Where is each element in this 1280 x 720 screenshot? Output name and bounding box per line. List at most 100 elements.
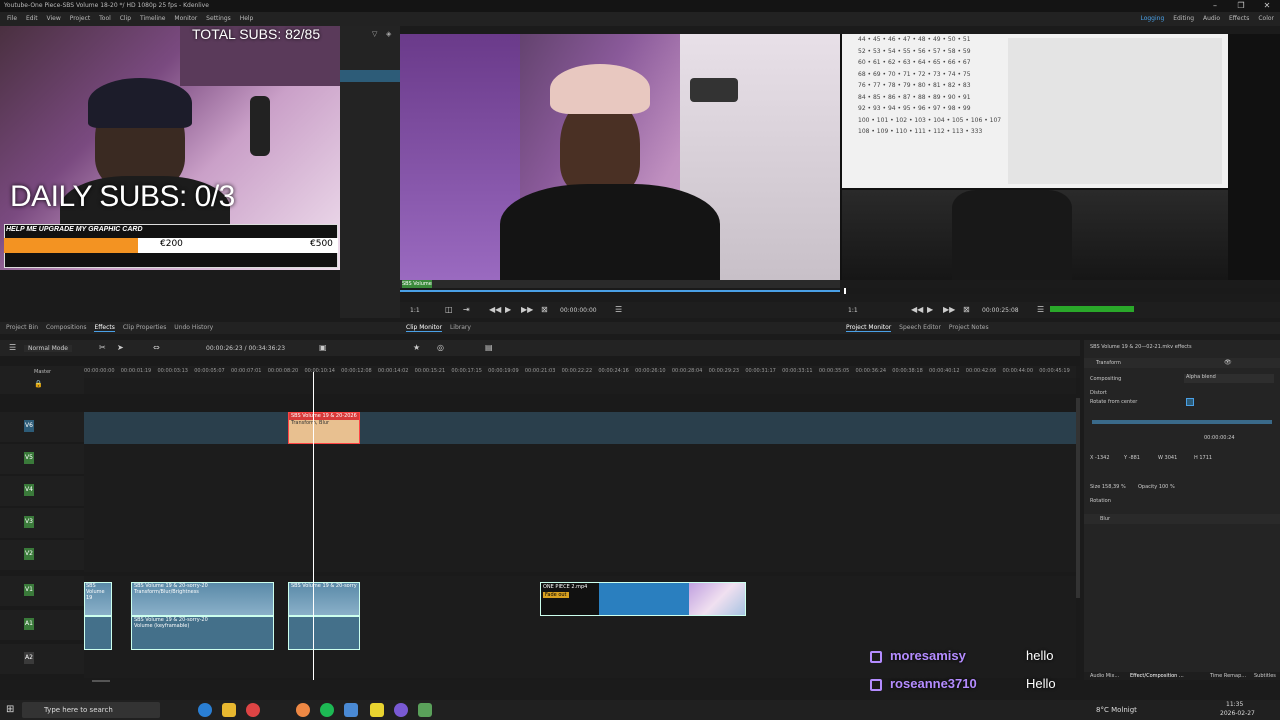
tab-library[interactable]: Library xyxy=(450,324,471,331)
workspace-color[interactable]: Color xyxy=(1258,15,1274,22)
workspace-editing[interactable]: Editing xyxy=(1173,15,1194,22)
track-label-v6[interactable]: V6 xyxy=(24,420,34,432)
track-head-a1[interactable]: A1 xyxy=(0,610,84,640)
edge-icon[interactable] xyxy=(198,703,212,717)
tab-audio-mixer[interactable]: Audio Mix... xyxy=(1090,673,1119,679)
tab-effects[interactable]: Effects xyxy=(94,324,115,332)
tab-undo-history[interactable]: Undo History xyxy=(174,324,213,331)
audio-clip[interactable] xyxy=(84,616,112,650)
effect-header[interactable]: Blur xyxy=(1084,514,1280,524)
track-head-v1[interactable]: V1 xyxy=(0,576,84,606)
timeline-clip[interactable]: SBS Volume 19 & 20-sorry xyxy=(288,582,360,616)
menu-monitor[interactable]: Monitor xyxy=(174,15,197,22)
taskbar-search[interactable]: Type here to search xyxy=(22,702,160,718)
audio-clip[interactable] xyxy=(288,616,360,650)
timeline-clip[interactable]: SBS Volume 19 xyxy=(84,582,112,616)
size-value[interactable]: Size 158,39 % xyxy=(1090,484,1126,490)
w-value[interactable]: W 3041 xyxy=(1158,455,1177,461)
tab-clip-properties[interactable]: Clip Properties xyxy=(123,324,167,331)
track-label-a1[interactable]: A1 xyxy=(24,618,34,630)
spacer-icon[interactable]: ⇔ xyxy=(153,340,160,356)
play-icon[interactable]: ▶ xyxy=(505,302,511,318)
track-label-a2[interactable]: A2 xyxy=(24,652,34,664)
menu-timeline[interactable]: Timeline xyxy=(140,15,166,22)
track-label-v5[interactable]: V5 xyxy=(24,452,34,464)
tab-subtitles[interactable]: Subtitles xyxy=(1254,673,1276,679)
track-head-v4[interactable]: V4 xyxy=(0,476,84,506)
track-head-v7[interactable]: 🔒 xyxy=(0,378,84,394)
clock-date[interactable]: 2026-02-27 xyxy=(1220,704,1255,720)
zone-out-icon[interactable]: ⇥ xyxy=(463,302,470,318)
razor-icon[interactable]: ✂ xyxy=(99,340,106,356)
track-head-v5[interactable]: V5 xyxy=(0,444,84,474)
rewind-icon[interactable]: ◀◀ xyxy=(911,302,923,318)
loop-icon[interactable]: ⊠ xyxy=(541,302,548,318)
tab-project-bin[interactable]: Project Bin xyxy=(6,324,38,331)
track-v6[interactable] xyxy=(84,412,1076,444)
kdenlive-icon[interactable] xyxy=(344,703,358,717)
track-v2[interactable] xyxy=(84,540,1076,572)
maximize-button[interactable]: ❐ xyxy=(1228,0,1254,12)
loop-icon[interactable]: ⊠ xyxy=(963,302,970,318)
minimize-button[interactable]: – xyxy=(1202,0,1228,12)
project-timecode[interactable]: 00:00:25:08 xyxy=(982,307,1019,314)
menu-icon[interactable]: ☰ xyxy=(615,302,622,318)
tab-project-monitor[interactable]: Project Monitor xyxy=(846,324,892,332)
file-explorer-icon[interactable] xyxy=(222,703,236,717)
tab-compositions[interactable]: Compositions xyxy=(46,324,87,331)
fit-icon[interactable]: ▣ xyxy=(319,340,327,356)
rewind-icon[interactable]: ◀◀ xyxy=(489,302,501,318)
project-monitor-ruler[interactable] xyxy=(840,288,1280,294)
tab-project-notes[interactable]: Project Notes xyxy=(949,324,989,331)
obs-icon[interactable] xyxy=(246,703,260,717)
timeline-position[interactable]: 00:00:26:23 / 00:34:36:23 xyxy=(206,345,285,352)
track-label-v4[interactable]: V4 xyxy=(24,484,34,496)
track-v7[interactable] xyxy=(84,378,1076,394)
workspace-effects[interactable]: Effects xyxy=(1229,15,1249,22)
selected-effect-row[interactable] xyxy=(340,70,400,82)
vertical-scrollbar[interactable] xyxy=(1076,398,1080,598)
zoom-icon[interactable]: ▤ xyxy=(485,340,493,356)
effect-header[interactable]: Transform 👁 xyxy=(1084,358,1280,368)
effect-timecode[interactable]: 00:00:00:24 xyxy=(1204,435,1235,441)
clip-monitor-zone[interactable] xyxy=(400,288,840,294)
audio-clip[interactable]: SBS Volume 19 & 20-sorry-20 Volume (keyf… xyxy=(131,616,274,650)
tab-clip-monitor[interactable]: Clip Monitor xyxy=(406,324,443,332)
track-head-v6[interactable]: V6 xyxy=(0,412,84,442)
rotate-center-checkbox[interactable] xyxy=(1186,398,1194,406)
edit-mode-select[interactable]: Normal Mode xyxy=(24,345,72,352)
menu-project[interactable]: Project xyxy=(70,15,91,22)
discord-icon[interactable] xyxy=(394,703,408,717)
menu-tool[interactable]: Tool xyxy=(99,15,111,22)
menu-settings[interactable]: Settings xyxy=(206,15,231,22)
h-value[interactable]: H 1711 xyxy=(1194,455,1212,461)
track-v4[interactable] xyxy=(84,476,1076,508)
clip-monitor-view[interactable] xyxy=(400,34,840,280)
filter-icon[interactable]: ▽ xyxy=(372,30,377,38)
track-label-v3[interactable]: V3 xyxy=(24,516,34,528)
marker-star-icon[interactable]: ★ xyxy=(413,340,420,356)
compositing-select[interactable]: Alpha blend xyxy=(1184,374,1274,383)
menu-icon[interactable]: ☰ xyxy=(1037,302,1044,318)
opacity-value[interactable]: Opacity 100 % xyxy=(1138,484,1175,490)
track-label-v2[interactable]: V2 xyxy=(24,548,34,560)
timeline-tracks[interactable]: 🔒 V6 V5 V4 V3 V2 V1 A1 A2 SBS Volume 19 … xyxy=(0,378,1080,682)
clip-timecode[interactable]: 00:00:00:00 xyxy=(560,307,597,314)
select-tool-icon[interactable]: ➤ xyxy=(117,340,124,356)
rotation-label[interactable]: Rotation xyxy=(1090,498,1111,504)
menu-edit[interactable]: Edit xyxy=(26,15,38,22)
workspace-audio[interactable]: Audio xyxy=(1203,15,1220,22)
track-v5[interactable] xyxy=(84,444,1076,476)
menu-clip[interactable]: Clip xyxy=(120,15,131,22)
visibility-eye-icon[interactable]: 👁 xyxy=(1224,359,1232,366)
tab-time-remap[interactable]: Time Remap... xyxy=(1210,673,1246,679)
project-zoom[interactable]: 1:1 xyxy=(848,307,858,314)
keyframe-timeline[interactable] xyxy=(1092,420,1272,424)
notes-icon[interactable] xyxy=(370,703,384,717)
play-icon[interactable]: ▶ xyxy=(927,302,933,318)
menu-view[interactable]: View xyxy=(47,15,61,22)
timeline-ruler[interactable]: 00:00:00:00 00:00:01:19 00:00:03:13 00:00:0… xyxy=(84,366,1076,378)
track-head-a2[interactable]: A2 xyxy=(0,644,84,674)
lock-icon[interactable]: 🔒 xyxy=(34,380,43,388)
forward-icon[interactable]: ▶▶ xyxy=(521,302,533,318)
